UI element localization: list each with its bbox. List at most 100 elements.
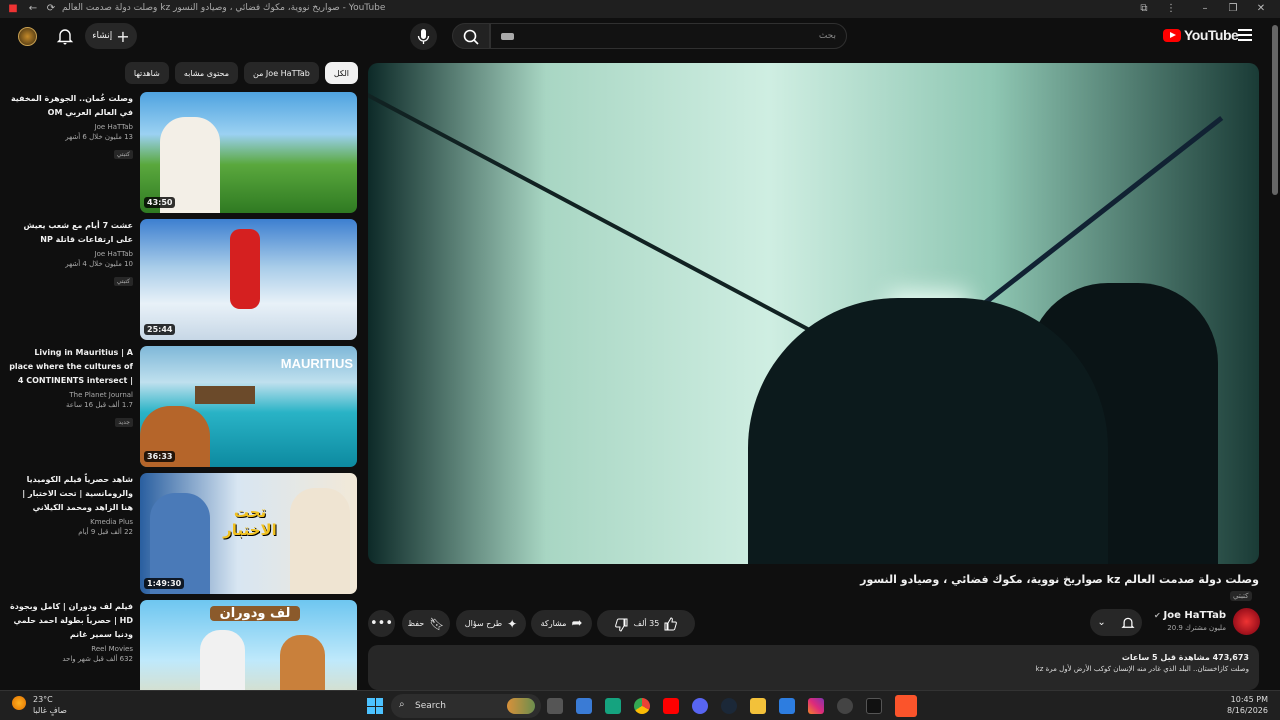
- like-dislike-group: 35 ألف: [597, 610, 695, 637]
- recommendation-channel[interactable]: Joe HaTTab: [8, 250, 133, 258]
- video-frame: [368, 93, 828, 341]
- recommendation-title[interactable]: وصلت عُمان.. الجوهرة المخفية في العالم ا…: [8, 92, 133, 120]
- recommendation-title[interactable]: عشت 7 أيام مع شعب يعيش على ارتفاعات قاتل…: [8, 219, 133, 247]
- recommendation-channel[interactable]: Joe HaTTab: [8, 123, 133, 131]
- video-player[interactable]: [368, 63, 1259, 564]
- recommendation-channel[interactable]: Kmedia Plus: [8, 518, 133, 526]
- instagram-icon[interactable]: [808, 698, 824, 714]
- clock-time: 10:45 PM: [1230, 695, 1268, 704]
- app-icon[interactable]: [605, 698, 621, 714]
- youtube-logo[interactable]: YouTube: [1163, 27, 1239, 43]
- recommendation-item[interactable]: تحت الاختبار 1:49:30 شاهد حصرياً فيلم ال…: [8, 473, 358, 595]
- recommendation-item[interactable]: MAURITIUS 36:33 Living in Mauritius | A …: [8, 346, 358, 468]
- settings-icon[interactable]: [837, 698, 853, 714]
- brave-icon[interactable]: [895, 695, 917, 717]
- recommendation-item[interactable]: لف ودوران فيلم لف ودوران | كامل وبجودة H…: [8, 600, 358, 690]
- video-thumbnail[interactable]: 43:50: [140, 92, 357, 213]
- bell-icon: [1121, 617, 1135, 628]
- filter-all[interactable]: الكل: [324, 62, 358, 84]
- extensions-icon[interactable]: ⧉: [1137, 2, 1151, 16]
- search-input[interactable]: بحث: [490, 23, 847, 49]
- recommendation-badge: كتبتي: [113, 277, 133, 286]
- like-button[interactable]: 35 ألف: [634, 616, 678, 631]
- recommendation-title[interactable]: Living in Mauritius | A place where the …: [8, 346, 133, 388]
- ask-button[interactable]: ✦ طرح سؤال: [456, 610, 526, 637]
- search-highlight-icon: [507, 698, 535, 714]
- channel-avatar[interactable]: [1233, 608, 1260, 635]
- close-icon[interactable]: ✕: [1254, 2, 1268, 16]
- browser-titlebar: ■ ← ⟳ YouTube - صواريخ نووية، مكوك فضائي…: [0, 0, 1280, 18]
- recommendation-meta: 1.7 ألف قبل 16 ساعة: [66, 401, 133, 409]
- recommendation-info: وصلت عُمان.. الجوهرة المخفية في العالم ا…: [8, 92, 133, 160]
- more-actions-button[interactable]: •••: [368, 610, 395, 637]
- video-thumbnail[interactable]: 25:44: [140, 219, 357, 340]
- menu-icon[interactable]: [1238, 27, 1252, 41]
- recommendation-item[interactable]: 25:44 عشت 7 أيام مع شعب يعيش على ارتفاعا…: [8, 219, 358, 341]
- minimize-icon[interactable]: –: [1198, 2, 1212, 16]
- voice-search-button[interactable]: [410, 23, 437, 50]
- video-duration: 43:50: [144, 197, 176, 208]
- recommendation-meta: 632 ألف قبل شهر واحد: [62, 655, 133, 663]
- channel-name[interactable]: ✔ Joe HaTTab: [1154, 610, 1226, 621]
- video-tag[interactable]: كتبتي: [1230, 591, 1252, 601]
- video-description[interactable]: 473,673 مشاهدة قبل 5 ساعات وصلت كازاخستا…: [368, 645, 1259, 690]
- create-button[interactable]: إنشاء +: [85, 23, 137, 49]
- back-icon[interactable]: ←: [26, 2, 40, 16]
- youtube-header: YouTube بحث إنشاء +: [0, 18, 1280, 56]
- windows-start-icon[interactable]: [367, 698, 383, 714]
- recommendation-info: عشت 7 أيام مع شعب يعيش على ارتفاعات قاتل…: [8, 219, 133, 287]
- weather-icon: [12, 696, 26, 710]
- logo-text: YouTube: [1184, 27, 1239, 43]
- chrome-icon[interactable]: [634, 698, 650, 714]
- subscribed-button[interactable]: ⌄: [1090, 609, 1142, 636]
- share-label: مشاركة: [540, 619, 567, 628]
- search-button[interactable]: [452, 23, 490, 49]
- window-title: YouTube - صواريخ نووية، مكوك فضائي ، وصي…: [62, 3, 386, 13]
- youtube-play-icon: [1163, 28, 1181, 42]
- more-horizontal-icon: •••: [370, 616, 394, 631]
- maximize-icon[interactable]: ❐: [1226, 2, 1240, 16]
- recommendation-item[interactable]: 43:50 وصلت عُمان.. الجوهرة المخفية في ال…: [8, 92, 358, 214]
- video-thumbnail[interactable]: تحت الاختبار 1:49:30: [140, 473, 357, 594]
- notifications-button[interactable]: [56, 27, 74, 45]
- chevron-down-icon: ⌄: [1097, 617, 1106, 628]
- recommendation-info: Living in Mauritius | A place where the …: [8, 346, 133, 428]
- recommendation-channel[interactable]: Reel Movies: [8, 645, 133, 653]
- recommendation-channel[interactable]: The Planet Journal: [8, 391, 133, 399]
- tiktok-icon[interactable]: [866, 698, 882, 714]
- video-frame-figure-front: [748, 298, 1108, 564]
- filter-related[interactable]: محتوى مشابه: [174, 62, 239, 84]
- steam-icon[interactable]: [721, 698, 737, 714]
- recommendation-title[interactable]: شاهد حصرياً فيلم الكوميديا والرومانسية |…: [8, 473, 133, 515]
- filter-from-channel[interactable]: من Joe HaTTab: [244, 62, 319, 84]
- taskbar-search[interactable]: ⌕ Search: [391, 694, 541, 718]
- reload-icon[interactable]: ⟳: [44, 2, 58, 16]
- app-icon-2[interactable]: [779, 698, 795, 714]
- filter-watched[interactable]: شاهدتها: [124, 62, 169, 84]
- keyboard-icon[interactable]: [501, 32, 514, 40]
- folder-icon[interactable]: [750, 698, 766, 714]
- save-button[interactable]: 🔖︎ حفظ: [402, 610, 450, 637]
- thumbs-down-icon: [614, 618, 628, 632]
- dislike-button[interactable]: [614, 616, 629, 632]
- recommendation-badge: جديد: [115, 418, 133, 427]
- recommendation-title[interactable]: فيلم لف ودوران | كامل وبجودة HD | حصرياً…: [8, 600, 133, 642]
- task-view-icon[interactable]: [547, 698, 563, 714]
- search-placeholder: بحث: [818, 31, 836, 41]
- channel-name-text: Joe HaTTab: [1163, 610, 1226, 621]
- video-thumbnail[interactable]: MAURITIUS 36:33: [140, 346, 357, 467]
- weather-text: 23°C صافٍ غالبا: [33, 694, 67, 716]
- youtube-app-icon[interactable]: [663, 698, 679, 714]
- share-button[interactable]: ➦ مشاركة: [531, 610, 592, 637]
- page-scrollbar[interactable]: [1272, 25, 1278, 195]
- store-icon[interactable]: [576, 698, 592, 714]
- taskbar-clock[interactable]: 10:45 PM 8/16/2026: [1226, 694, 1268, 716]
- thumbs-up-icon: [664, 616, 678, 630]
- more-options-icon[interactable]: ⋮: [1164, 2, 1178, 16]
- video-thumbnail[interactable]: لف ودوران: [140, 600, 357, 690]
- recommendation-meta: 10 مليون خلال 4 أشهر: [65, 260, 133, 268]
- account-avatar[interactable]: [18, 27, 37, 46]
- thumbnail-text: لف ودوران: [210, 606, 300, 621]
- share-icon: ➦: [571, 616, 583, 631]
- discord-icon[interactable]: [692, 698, 708, 714]
